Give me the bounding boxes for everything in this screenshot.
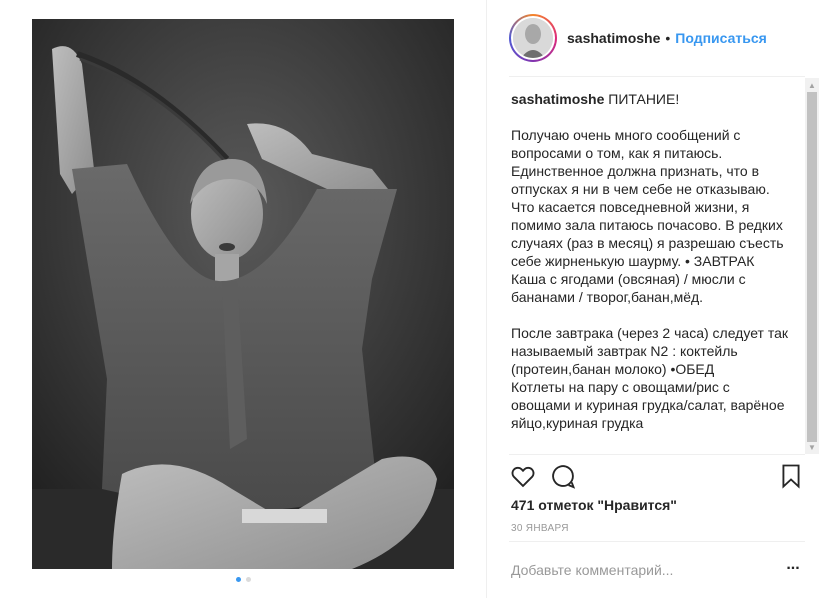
- caption-title: ПИТАНИЕ!: [608, 91, 680, 107]
- more-options-icon[interactable]: ...: [781, 557, 805, 576]
- heart-icon[interactable]: [509, 462, 537, 490]
- post-date[interactable]: 30 ЯНВАРЯ: [511, 523, 569, 534]
- post-details-pane: sashatimoshe • Подписаться sashatimoshe …: [486, 0, 822, 598]
- caption: sashatimoshe ПИТАНИЕ! Получаю очень мног…: [511, 90, 793, 450]
- carousel-dot-active[interactable]: [235, 577, 241, 582]
- carousel-dot[interactable]: [245, 577, 251, 582]
- caption-scrollbar[interactable]: ▲ ▼: [805, 78, 819, 454]
- scroll-down-arrow-icon[interactable]: ▼: [805, 440, 819, 454]
- post-photo[interactable]: [32, 19, 454, 569]
- bookmark-icon[interactable]: [777, 462, 805, 490]
- caption-heading: sashatimoshe ПИТАНИЕ!: [511, 90, 793, 108]
- caption-paragraph-1: Получаю очень много сообщений с вопросам…: [511, 127, 788, 305]
- caption-paragraph-2: После завтрака (через 2 часа) следует та…: [511, 325, 788, 431]
- avatar-story-ring[interactable]: [509, 14, 557, 62]
- photo-illustration: [32, 19, 454, 569]
- caption-author-link[interactable]: sashatimoshe: [511, 91, 604, 107]
- follow-button[interactable]: Подписаться: [675, 30, 767, 46]
- avatar-image: [513, 18, 553, 58]
- scroll-up-arrow-icon[interactable]: ▲: [805, 78, 819, 92]
- divider: [509, 76, 805, 77]
- carousel-dots: [0, 577, 486, 585]
- avatar[interactable]: [513, 18, 553, 58]
- likes-count[interactable]: 471 отметок "Нравится": [511, 497, 677, 513]
- divider: [509, 541, 805, 542]
- divider: [509, 454, 805, 455]
- username-link[interactable]: sashatimoshe: [567, 30, 660, 46]
- comment-input[interactable]: [511, 556, 761, 584]
- comment-form: ...: [509, 556, 805, 586]
- comment-icon[interactable]: [549, 462, 577, 490]
- post-header: sashatimoshe • Подписаться: [487, 0, 822, 76]
- post-actions: [509, 462, 805, 494]
- scroll-thumb[interactable]: [807, 92, 817, 442]
- photo-pane: [0, 0, 486, 598]
- separator-dot: •: [665, 30, 671, 46]
